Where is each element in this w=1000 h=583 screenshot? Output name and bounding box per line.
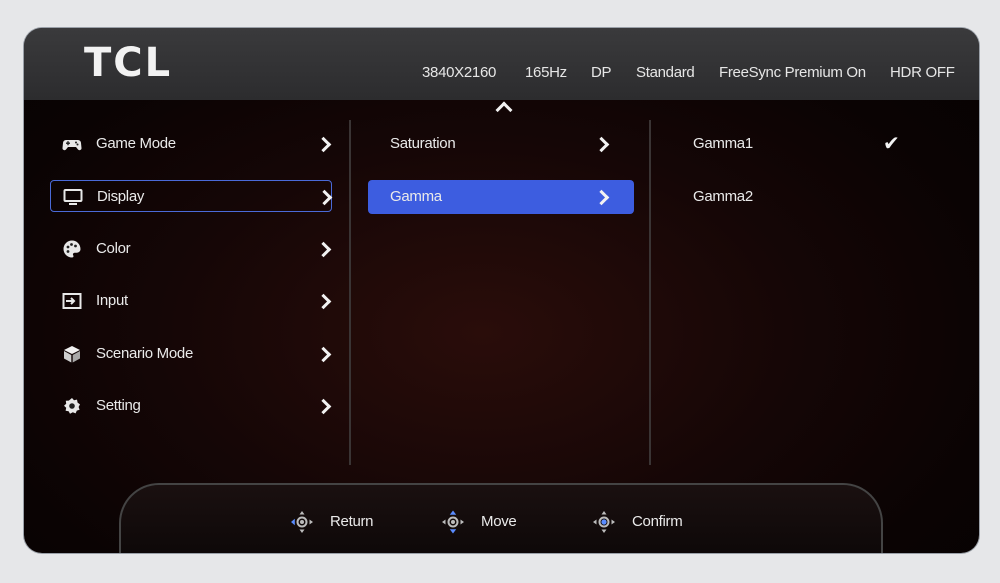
dpad-updown-icon: [439, 508, 467, 536]
return-hint: Return: [288, 508, 388, 536]
option-gamma1[interactable]: Gamma1 ✔: [669, 128, 919, 160]
chevron-right-icon: [593, 189, 610, 206]
return-label: Return: [330, 513, 374, 530]
palette-icon: [62, 239, 82, 259]
chevron-right-icon: [315, 293, 332, 310]
menu-item-scenario-mode[interactable]: Scenario Mode: [50, 338, 332, 370]
chevron-right-icon: [593, 136, 610, 153]
chevron-right-icon: [315, 241, 332, 258]
refresh-rate-info: 165Hz: [525, 64, 567, 81]
move-label: Move: [481, 513, 517, 530]
column-divider: [649, 120, 651, 465]
picture-mode-info: Standard: [636, 64, 695, 81]
cube-icon: [62, 344, 82, 364]
confirm-label: Confirm: [632, 513, 683, 530]
menu-item-color[interactable]: Color: [50, 233, 332, 265]
menu-item-game-mode[interactable]: Game Mode: [50, 128, 332, 160]
menu-item-label: Scenario Mode: [96, 345, 193, 362]
submenu-item-label: Gamma: [390, 188, 442, 205]
monitor-icon: [63, 187, 83, 207]
freesync-info: FreeSync Premium On: [719, 64, 866, 81]
input-icon: [62, 291, 82, 311]
hdr-info: HDR OFF: [890, 64, 955, 81]
chevron-right-icon: [315, 346, 332, 363]
gear-icon: [62, 396, 82, 416]
input-source-info: DP: [591, 64, 612, 81]
menu-item-label: Color: [96, 240, 131, 257]
brand-logo: TCL: [84, 40, 173, 86]
scroll-up-icon[interactable]: [495, 101, 513, 119]
move-hint: Move: [439, 508, 539, 536]
menu-item-input[interactable]: Input: [50, 285, 332, 317]
status-header: TCL 3840X2160 165Hz DP Standard FreeSync…: [24, 28, 979, 100]
option-label: Gamma1: [693, 135, 753, 152]
menu-item-label: Game Mode: [96, 135, 176, 152]
chevron-right-icon: [315, 398, 332, 415]
confirm-hint: Confirm: [590, 508, 700, 536]
dpad-center-icon: [590, 508, 618, 536]
menu-item-setting[interactable]: Setting: [50, 390, 332, 422]
dpad-left-icon: [288, 508, 316, 536]
menu-item-label: Display: [97, 188, 145, 205]
menu-item-display[interactable]: Display: [50, 180, 333, 212]
option-gamma2[interactable]: Gamma2: [669, 181, 919, 213]
submenu-item-label: Saturation: [390, 135, 456, 152]
osd-menu: TCL 3840X2160 165Hz DP Standard FreeSync…: [24, 28, 979, 553]
checkmark-icon: ✔: [883, 133, 900, 155]
resolution-info: 3840X2160: [422, 64, 497, 81]
menu-item-label: Setting: [96, 397, 141, 414]
gamepad-icon: [62, 134, 82, 154]
column-divider: [349, 120, 351, 465]
chevron-right-icon: [316, 189, 333, 206]
menu-item-label: Input: [96, 292, 128, 309]
chevron-right-icon: [315, 136, 332, 153]
submenu-item-saturation[interactable]: Saturation: [368, 128, 634, 160]
submenu-item-gamma[interactable]: Gamma: [368, 180, 634, 214]
option-label: Gamma2: [693, 188, 753, 205]
